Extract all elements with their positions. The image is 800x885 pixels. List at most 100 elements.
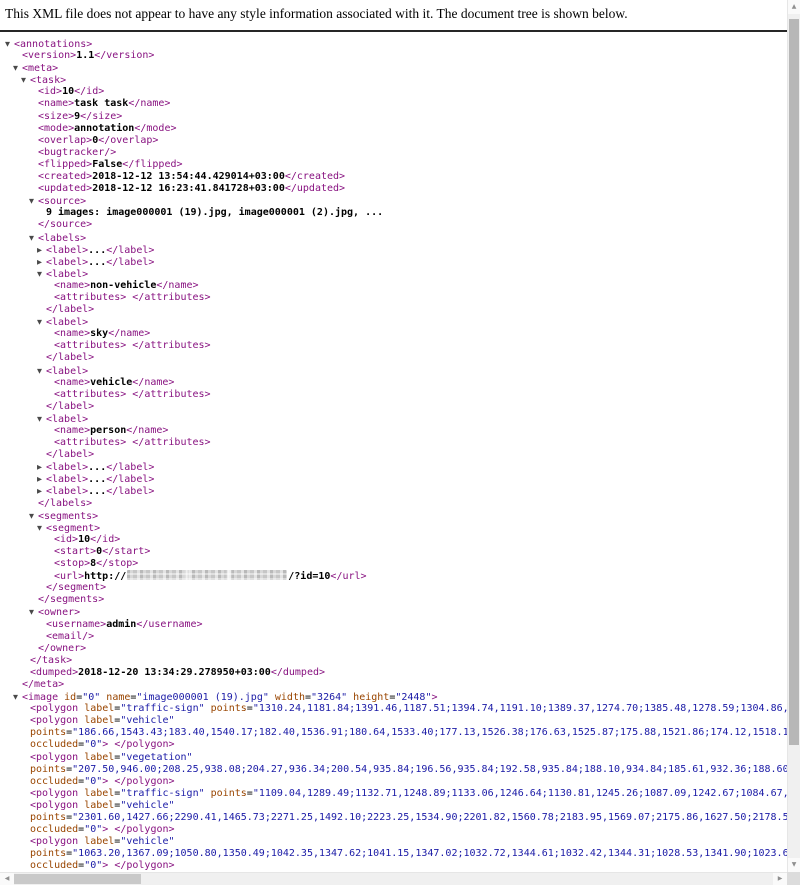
xml-token-val: "207.50,946.00;208.25,938.08;204.27,936.… — [72, 764, 787, 775]
no-style-message: This XML file does not appear to have an… — [0, 0, 787, 32]
xml-line: points="207.50,946.00;208.25,938.08;204.… — [0, 764, 787, 776]
xml-token-tag: <owner> — [38, 607, 80, 618]
xml-line: <id>10</id> — [0, 534, 787, 546]
xml-document-tree: ▼<annotations><version>1.1</version>▼<me… — [0, 32, 787, 872]
collapsed-content-ellipsis[interactable]: ... — [88, 474, 106, 485]
xml-line: <updated>2018-12-12 16:23:41.841728+03:0… — [0, 183, 787, 195]
scroll-down-arrow-icon[interactable]: ▼ — [788, 858, 800, 872]
xml-line: ▼<label> — [0, 413, 787, 425]
xml-line: ▼<source> — [0, 195, 787, 207]
xml-line: <id>10</id> — [0, 86, 787, 98]
collapse-arrow-icon[interactable]: ▼ — [29, 195, 37, 207]
collapse-arrow-icon[interactable]: ▼ — [29, 232, 37, 244]
xml-token-attr: occluded — [30, 824, 78, 835]
xml-token-tag: </version> — [94, 50, 154, 61]
xml-token-text: person — [90, 425, 126, 436]
xml-token-tag: <label> — [46, 462, 88, 473]
collapse-arrow-icon[interactable]: ▼ — [13, 691, 21, 703]
xml-token-tag: <polygon — [30, 788, 78, 799]
xml-token-tag: </overlap> — [98, 135, 158, 146]
collapse-arrow-icon[interactable]: ▼ — [37, 316, 45, 328]
collapse-arrow-icon[interactable]: ▼ — [29, 510, 37, 522]
collapse-arrow-icon[interactable]: ▼ — [37, 268, 45, 280]
xml-line: ▶<label>...</label> — [0, 256, 787, 268]
xml-token-tag: <overlap> — [38, 135, 92, 146]
xml-line: </segments> — [0, 594, 787, 606]
xml-token-tag: <name> — [54, 328, 90, 339]
xml-token-tag: <url> — [54, 571, 84, 582]
expand-arrow-icon[interactable]: ▶ — [37, 256, 45, 268]
expand-arrow-icon[interactable]: ▶ — [37, 244, 45, 256]
collapsed-content-ellipsis[interactable]: ... — [88, 462, 106, 473]
xml-token-tag: </id> — [90, 534, 120, 545]
xml-token-tag: <name> — [38, 98, 74, 109]
xml-token-tag: </source> — [38, 219, 92, 230]
xml-token-tag: <stop> — [54, 558, 90, 569]
xml-token-tag: </attributes> — [132, 292, 210, 303]
xml-token-text: False — [92, 159, 122, 170]
collapse-arrow-icon[interactable]: ▼ — [5, 38, 13, 50]
xml-token-tag: <polygon — [30, 800, 78, 811]
xml-token-tag: <attributes> — [54, 389, 126, 400]
xml-line: </label> — [0, 449, 787, 461]
xml-token-attr: occluded — [30, 739, 78, 750]
xml-token-tag: <dumped> — [30, 667, 78, 678]
xml-token-val: "2448" — [395, 692, 431, 703]
xml-token-tag: <label> — [46, 486, 88, 497]
xml-token-text: 9 images: image000001 (19).jpg, image000… — [46, 207, 383, 218]
xml-token-val: "186.66,1543.43;183.40,1540.17;182.40,15… — [72, 727, 787, 738]
xml-line: </segment> — [0, 582, 787, 594]
xml-line: </meta> — [0, 679, 787, 691]
collapse-arrow-icon[interactable]: ▼ — [37, 413, 45, 425]
xml-token-text: /?id=10 — [288, 571, 330, 582]
xml-line: ▼<label> — [0, 268, 787, 280]
xml-line: <overlap>0</overlap> — [0, 135, 787, 147]
xml-token-val: "0" — [84, 860, 102, 871]
xml-token-tag: </name> — [132, 377, 174, 388]
xml-line: <name>vehicle</name> — [0, 377, 787, 389]
collapse-arrow-icon[interactable]: ▼ — [29, 606, 37, 618]
collapsed-content-ellipsis[interactable]: ... — [88, 486, 106, 497]
xml-token-tag: </name> — [126, 425, 168, 436]
xml-token-text: 2018-12-20 13:34:29.278950+03:00 — [78, 667, 271, 678]
collapse-arrow-icon[interactable]: ▼ — [13, 62, 21, 74]
xml-line: ▼<task> — [0, 74, 787, 86]
expand-arrow-icon[interactable]: ▶ — [37, 485, 45, 497]
xml-line: ▼<owner> — [0, 606, 787, 618]
vertical-scrollbar-thumb[interactable] — [789, 19, 799, 745]
vertical-scrollbar[interactable]: ▲ ▼ — [787, 0, 800, 872]
xml-token-text: task task — [74, 98, 128, 109]
scroll-right-arrow-icon[interactable]: ▶ — [773, 873, 787, 885]
collapse-arrow-icon[interactable]: ▼ — [37, 365, 45, 377]
collapse-arrow-icon[interactable]: ▼ — [21, 74, 29, 86]
scroll-up-arrow-icon[interactable]: ▲ — [788, 0, 800, 14]
xml-line: <polygon label="traffic-sign" points="13… — [0, 703, 787, 715]
xml-line: <attributes> </attributes> — [0, 389, 787, 401]
scroll-left-arrow-icon[interactable]: ◀ — [0, 873, 14, 885]
collapsed-content-ellipsis[interactable]: ... — [88, 245, 106, 256]
xml-token-val: "vehicle" — [120, 800, 174, 811]
xml-token-attr: label — [78, 715, 114, 726]
xml-token-val: "0" — [84, 739, 102, 750]
xml-line: occluded="0"> </polygon> — [0, 860, 787, 872]
collapse-arrow-icon[interactable]: ▼ — [37, 522, 45, 534]
xml-token-tag: <labels> — [38, 233, 86, 244]
xml-token-val: "1109.04,1289.49;1132.71,1248.89;1133.06… — [253, 788, 787, 799]
xml-line: <name>person</name> — [0, 425, 787, 437]
horizontal-scrollbar[interactable]: ◀ ▶ — [0, 872, 787, 885]
xml-token-tag: </url> — [330, 571, 366, 582]
xml-token-tag: </flipped> — [122, 159, 182, 170]
expand-arrow-icon[interactable]: ▶ — [37, 461, 45, 473]
xml-line: <name>task task</name> — [0, 98, 787, 110]
xml-token-tag: <start> — [54, 546, 96, 557]
collapsed-content-ellipsis[interactable]: ... — [88, 257, 106, 268]
horizontal-scrollbar-thumb[interactable] — [14, 874, 141, 884]
xml-token-attr: id — [58, 692, 76, 703]
xml-token-attr: points — [30, 812, 66, 823]
xml-token-attr: label — [78, 800, 114, 811]
xml-token-text: 2018-12-12 16:23:41.841728+03:00 — [92, 183, 285, 194]
xml-token-tag: <label> — [46, 366, 88, 377]
expand-arrow-icon[interactable]: ▶ — [37, 473, 45, 485]
xml-token-tag: </polygon> — [114, 824, 174, 835]
xml-token-tag: </owner> — [38, 643, 86, 654]
